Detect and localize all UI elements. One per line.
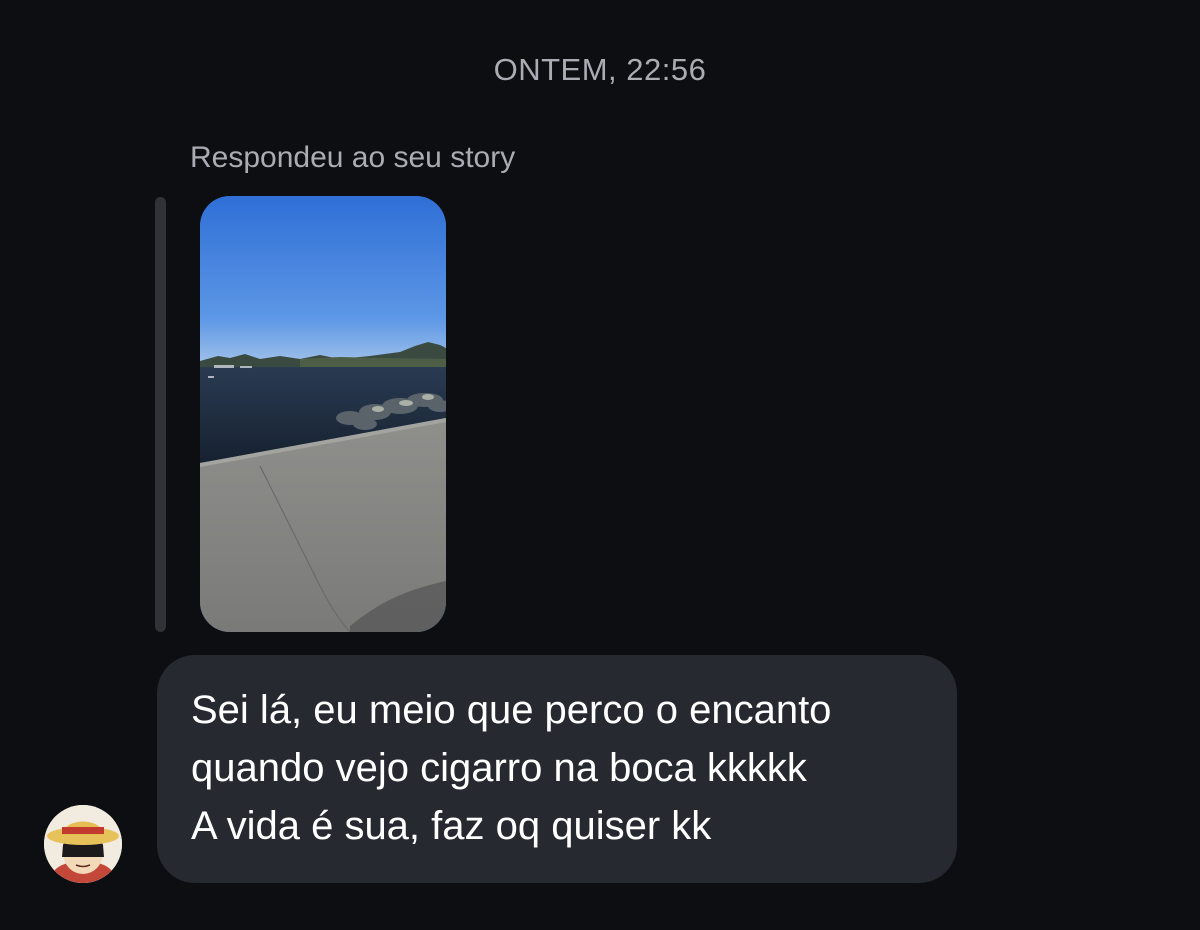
message-line: A vida é sua, faz oq quiser kk [191,804,712,848]
story-reply-label: Respondeu ao seu story [190,141,516,174]
reply-indicator-bar [155,197,166,632]
message-line: Sei lá, eu meio que perco o encanto [191,688,832,732]
chat-timestamp: ONTEM, 22:56 [493,52,707,87]
story-photo [200,196,446,632]
message-line: quando vejo cigarro na boca kkkkk [191,746,807,790]
sender-avatar[interactable] [44,805,122,883]
straw-hat-character-icon [44,805,122,883]
message-bubble[interactable]: Sei lá, eu meio que perco o encanto quan… [157,655,957,883]
story-thumbnail[interactable] [200,196,446,632]
